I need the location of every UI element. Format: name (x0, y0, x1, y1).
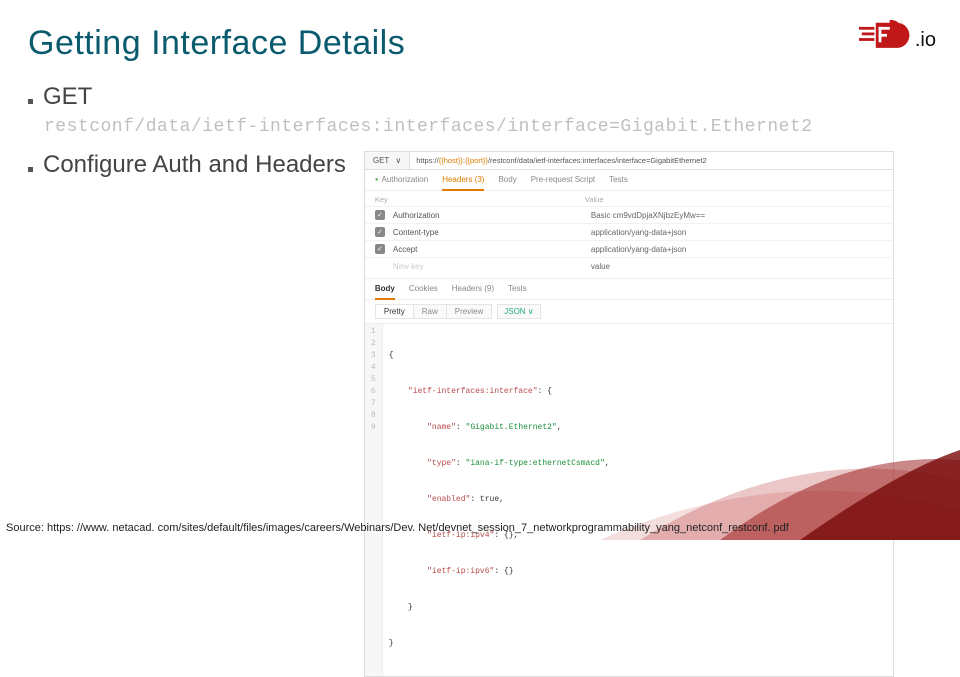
header-key: Accept (393, 245, 583, 254)
header-row[interactable]: ✓ Accept application/yang-data+json (365, 240, 893, 257)
header-row[interactable]: ✓ Authorization Basic cm9vdDpjaXNjbzEyMw… (365, 206, 893, 223)
tab-resp-cookies[interactable]: Cookies (409, 284, 438, 299)
request-bar: GET ∨ https://{{host}}:{{port}}/restconf… (365, 152, 893, 170)
response-tabs: Body Cookies Headers (9) Tests (365, 278, 893, 300)
line-num: 2 (371, 338, 376, 350)
line-num: 8 (371, 410, 376, 422)
slide-title: Getting Interface Details (28, 24, 932, 63)
logo-text: .io (915, 29, 936, 52)
line-num: 5 (371, 374, 376, 386)
code: { (389, 351, 394, 360)
col-value: Value (585, 195, 604, 204)
bullet-auth-text: Configure Auth and Headers (43, 151, 346, 179)
fdio-logo-icon (859, 18, 915, 54)
code: : {} (494, 567, 513, 576)
response-body: 1 2 3 4 5 6 7 8 9 { "ietf-interfaces:int… (365, 324, 893, 676)
code: : (456, 459, 466, 468)
header-value-placeholder: value (591, 262, 883, 271)
preview-button[interactable]: Preview (446, 304, 492, 319)
header-value: application/yang-data+json (591, 245, 883, 254)
code: "iana-if-type:ethernetCsmacd" (466, 459, 605, 468)
code: "enabled" (427, 495, 470, 504)
header-row[interactable]: ✓ Content-type application/yang-data+jso… (365, 223, 893, 240)
chevron-down-icon: ∨ (395, 156, 401, 165)
json-dropdown[interactable]: JSON ∨ (497, 304, 540, 319)
bullet-icon (28, 99, 33, 104)
col-key: Key (375, 195, 575, 204)
header-key: Content-type (393, 228, 583, 237)
source-citation: Source: https: //www. netacad. com/sites… (6, 522, 954, 534)
checkbox-icon[interactable]: ✓ (375, 227, 385, 237)
tab-tests[interactable]: Tests (609, 175, 628, 190)
code (389, 423, 427, 432)
code: : { (538, 387, 552, 396)
line-num: 3 (371, 350, 376, 362)
checkbox-icon[interactable]: ✓ (375, 210, 385, 220)
request-tabs: Authorization Headers (3) Body Pre-reque… (365, 170, 893, 191)
pretty-button[interactable]: Pretty (375, 304, 414, 319)
header-value: application/yang-data+json (591, 228, 883, 237)
code: "name" (427, 423, 456, 432)
code: } (389, 603, 413, 612)
code: : (456, 423, 466, 432)
tab-body[interactable]: Body (498, 175, 516, 190)
bullet-get: GET (28, 83, 932, 111)
line-num: 1 (371, 326, 376, 338)
code: , (557, 423, 562, 432)
code: "ietf-interfaces:interface" (408, 387, 538, 396)
response-format-bar: Pretty Raw Preview JSON ∨ (365, 300, 893, 324)
tab-resp-headers[interactable]: Headers (9) (452, 284, 494, 299)
code (389, 567, 427, 576)
code: : (470, 495, 480, 504)
slide: Getting Interface Details .io GET restco… (0, 0, 960, 540)
line-num: 6 (371, 386, 376, 398)
code (389, 387, 408, 396)
bullet-auth: Configure Auth and Headers (28, 151, 346, 179)
content-area: GET restconf/data/ietf-interfaces:interf… (28, 83, 932, 677)
url-host-var: {{host}} (439, 156, 463, 165)
url-scheme: https:// (416, 156, 439, 165)
brand-logo: .io (859, 18, 936, 54)
tab-authorization[interactable]: Authorization (375, 175, 428, 190)
tab-headers[interactable]: Headers (3) (442, 175, 484, 191)
code-source: { "ietf-interfaces:interface": { "name":… (383, 324, 616, 676)
headers-columns: Key Value (365, 191, 893, 206)
http-method-dropdown[interactable]: GET ∨ (365, 152, 410, 169)
header-row-new[interactable]: New key value (365, 257, 893, 274)
postman-panel: GET ∨ https://{{host}}:{{port}}/restconf… (364, 151, 894, 677)
url-input[interactable]: https://{{host}}:{{port}}/restconf/data/… (410, 152, 893, 169)
line-num: 4 (371, 362, 376, 374)
bullet-icon (28, 167, 33, 172)
code (389, 495, 427, 504)
header-value: Basic cm9vdDpjaXNjbzEyMw== (591, 211, 883, 220)
code: "ietf-ip:ipv6" (427, 567, 494, 576)
code: , (499, 495, 504, 504)
http-method-label: GET (373, 156, 389, 165)
url-path: /restconf/data/ietf-interfaces:interface… (488, 156, 707, 165)
code (389, 459, 427, 468)
code: "type" (427, 459, 456, 468)
tab-resp-tests[interactable]: Tests (508, 284, 527, 299)
code: true (480, 495, 499, 504)
header-key: Authorization (393, 211, 583, 220)
line-num: 7 (371, 398, 376, 410)
raw-button[interactable]: Raw (413, 304, 447, 319)
checkbox-empty-icon[interactable] (375, 261, 385, 271)
checkbox-icon[interactable]: ✓ (375, 244, 385, 254)
line-gutter: 1 2 3 4 5 6 7 8 9 (365, 324, 383, 676)
code: , (605, 459, 610, 468)
header-key-placeholder: New key (393, 262, 583, 271)
code: } (389, 639, 394, 648)
restconf-url: restconf/data/ietf-interfaces:interfaces… (44, 117, 932, 137)
line-num: 9 (371, 422, 376, 434)
url-port-var: {{port}} (465, 156, 488, 165)
tab-prerequest[interactable]: Pre-request Script (531, 175, 595, 190)
bullet-get-text: GET (43, 83, 92, 111)
code: "Gigabit.Ethernet2" (466, 423, 557, 432)
tab-resp-body[interactable]: Body (375, 284, 395, 300)
